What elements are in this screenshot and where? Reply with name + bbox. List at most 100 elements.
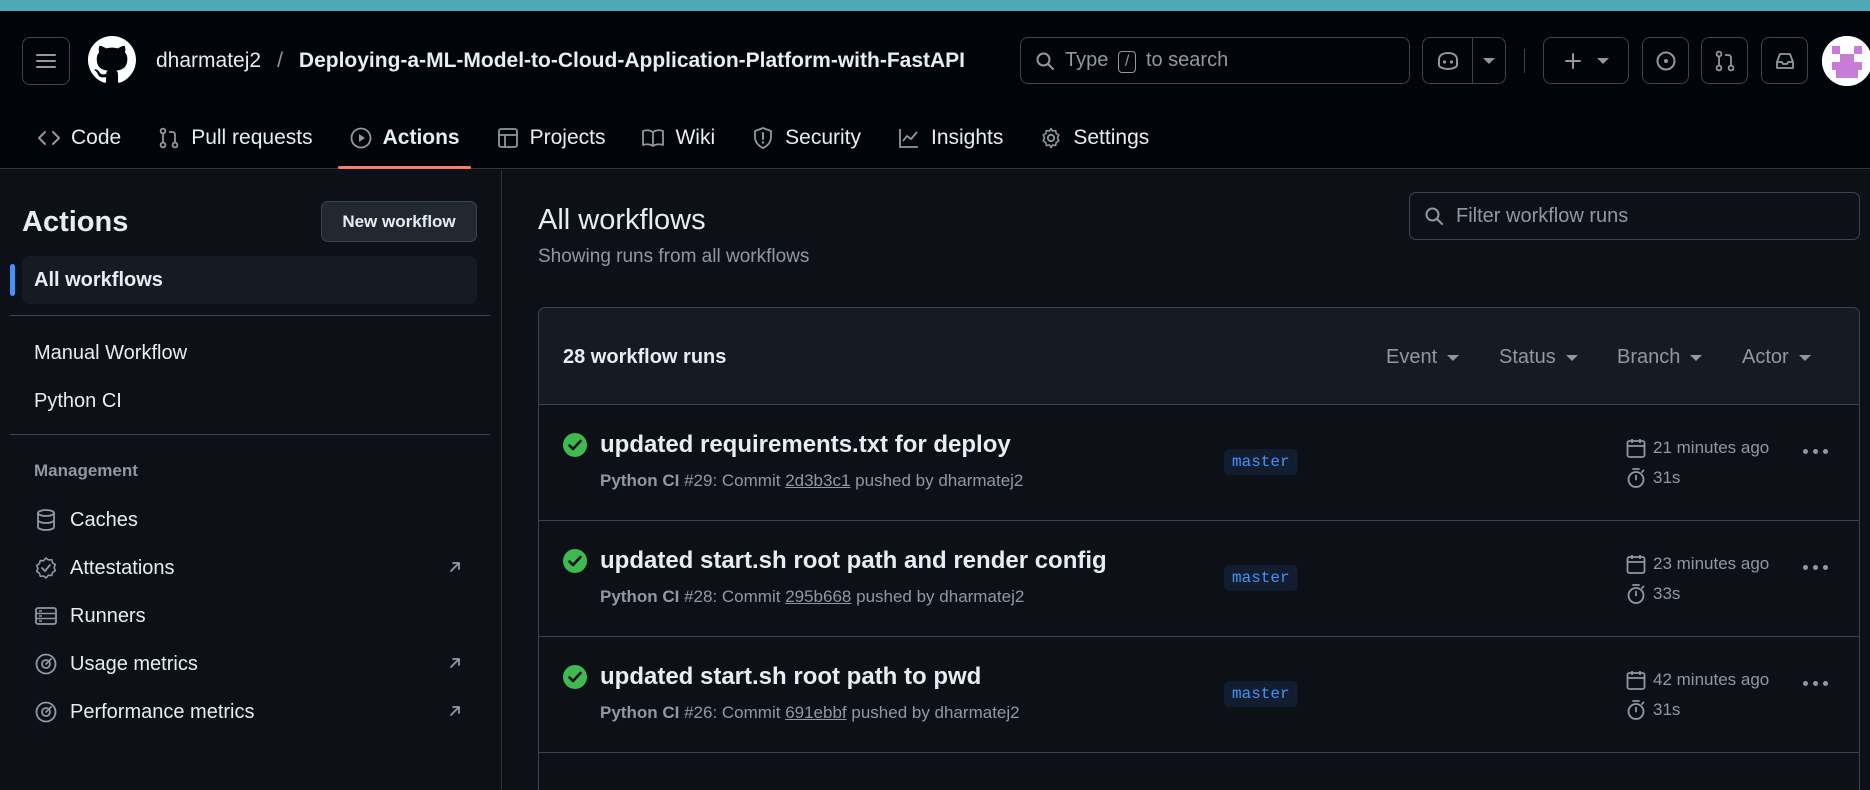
sidebar-item-runners[interactable]: Runners (34, 601, 464, 631)
tab-security[interactable]: Security (740, 107, 872, 169)
sidebar-item-all-workflows[interactable]: All workflows (10, 256, 477, 304)
link-external-icon (450, 706, 460, 716)
verified-icon (35, 557, 57, 579)
new-workflow-button[interactable]: New workflow (321, 201, 477, 242)
actions-sidebar: Actions New workflow All workflows Manua… (0, 170, 502, 790)
copilot-button[interactable] (1423, 38, 1473, 83)
tab-code[interactable]: Code (26, 107, 132, 169)
table-icon (497, 128, 518, 148)
meter-icon (35, 653, 57, 675)
link-external-icon (450, 562, 460, 572)
sidebar-item-performance-metrics[interactable]: Performance metrics (34, 697, 464, 727)
copilot-dropdown-button[interactable] (1473, 38, 1505, 83)
run-timestamp: 23 minutes ago (1625, 553, 1769, 575)
commit-sha-link[interactable]: 295b668 (785, 587, 851, 606)
kebab-horizontal-icon[interactable] (1803, 681, 1828, 686)
sidebar-item-label: Runners (70, 604, 146, 627)
event-filter-dropdown[interactable]: Event (1386, 346, 1460, 369)
run-duration: 31s (1625, 467, 1680, 489)
kebab-horizontal-icon[interactable] (1803, 449, 1828, 454)
pull-requests-button[interactable] (1701, 37, 1748, 84)
tab-actions[interactable]: Actions (337, 107, 471, 169)
chevron-down-icon (1690, 354, 1703, 361)
user-avatar-icon (1822, 36, 1870, 86)
repo-name-link[interactable]: Deploying-a-ML-Model-to-Cloud-Applicatio… (299, 49, 965, 73)
branch-label[interactable]: master (1224, 449, 1298, 475)
branch-label[interactable]: master (1224, 565, 1298, 591)
runs-list-header: 28 workflow runs Event Status Branch Act… (539, 308, 1859, 405)
tab-label: Projects (529, 126, 606, 149)
chevron-down-icon (1447, 354, 1460, 361)
actor-filter-dropdown[interactable]: Actor (1742, 346, 1811, 369)
play-icon (350, 127, 372, 149)
tab-wiki[interactable]: Wiki (630, 107, 726, 169)
page-subtitle: Showing runs from all workflows (538, 246, 810, 267)
chevron-down-icon (1565, 354, 1578, 361)
commit-sha-link[interactable]: 691ebbf (785, 703, 846, 722)
sidebar-item-label: Caches (70, 508, 138, 531)
branch-label[interactable]: master (1224, 681, 1298, 707)
sidebar-item-label: Performance metrics (70, 700, 255, 723)
sidebar-item-attestations[interactable]: Attestations (34, 553, 464, 583)
issues-button[interactable] (1642, 37, 1689, 84)
chevron-down-icon (1798, 354, 1811, 361)
chevron-down-icon (1597, 57, 1609, 64)
check-circle-icon (563, 665, 587, 689)
run-title-link[interactable]: updated start.sh root path to pwd (600, 663, 981, 691)
sidebar-divider (10, 315, 490, 316)
header-divider (1524, 49, 1525, 73)
server-icon (35, 607, 57, 625)
management-heading: Management (34, 461, 138, 480)
filter-runs-input[interactable]: Filter workflow runs (1409, 192, 1860, 240)
sidebar-item-label: Usage metrics (70, 652, 198, 675)
run-title-link[interactable]: updated requirements.txt for deploy (600, 431, 1011, 459)
run-meta: Python CI #29: Commit 2d3b3c1 pushed by … (600, 471, 1024, 490)
table-row: updated start.sh root path to pwd Python… (539, 637, 1859, 753)
inbox-button[interactable] (1761, 37, 1808, 84)
hamburger-menu-button[interactable] (22, 37, 70, 85)
sidebar-item-caches[interactable]: Caches (34, 505, 464, 535)
breadcrumb: dharmatej2 / Deploying-a-ML-Model-to-Clo… (156, 49, 965, 73)
run-timestamp: 42 minutes ago (1625, 669, 1769, 691)
repo-owner-link[interactable]: dharmatej2 (156, 49, 261, 73)
branch-filter-dropdown[interactable]: Branch (1617, 346, 1703, 369)
tab-settings[interactable]: Settings (1028, 107, 1160, 169)
stopwatch-icon (1627, 584, 1645, 604)
run-meta: Python CI #26: Commit 691ebbf pushed by … (600, 703, 1020, 722)
run-timestamp: 21 minutes ago (1625, 437, 1769, 459)
avatar[interactable] (1822, 36, 1870, 86)
run-duration: 33s (1625, 583, 1680, 605)
run-meta: Python CI #28: Commit 295b668 pushed by … (600, 587, 1025, 606)
github-logo[interactable] (88, 36, 136, 84)
git-pull-request-icon (1715, 50, 1734, 71)
workflow-runs-list: 28 workflow runs Event Status Branch Act… (538, 307, 1860, 790)
create-new-button[interactable] (1543, 37, 1629, 84)
run-title-link[interactable]: updated start.sh root path and render co… (600, 547, 1107, 575)
sidebar-item-python-ci[interactable]: Python CI (34, 390, 122, 413)
chevron-down-icon (1483, 57, 1495, 64)
tab-label: Pull requests (191, 126, 313, 149)
search-icon (1425, 207, 1443, 225)
run-duration: 31s (1625, 699, 1680, 721)
search-shortcut-key: / (1117, 50, 1137, 73)
tab-insights[interactable]: Insights (886, 107, 1014, 169)
code-icon (38, 131, 60, 145)
tab-label: Wiki (675, 126, 716, 149)
tab-projects[interactable]: Projects (485, 107, 617, 169)
sidebar-item-manual-workflow[interactable]: Manual Workflow (34, 342, 187, 365)
stopwatch-icon (1627, 700, 1645, 720)
repo-tabs: Code Pull requests Actions Projects Wiki… (0, 107, 1174, 169)
tab-pull-requests[interactable]: Pull requests (146, 107, 323, 169)
sidebar-item-usage-metrics[interactable]: Usage metrics (34, 649, 464, 679)
copilot-icon (1437, 51, 1458, 70)
issue-opened-icon (1656, 51, 1675, 70)
tab-label: Insights (931, 126, 1004, 149)
breadcrumb-separator: / (277, 49, 283, 72)
search-icon (1036, 52, 1054, 70)
gear-icon (1042, 127, 1060, 149)
search-input[interactable]: Type / to search (1020, 37, 1410, 84)
kebab-horizontal-icon[interactable] (1803, 565, 1828, 570)
status-filter-dropdown[interactable]: Status (1499, 346, 1578, 369)
meter-icon (35, 701, 57, 723)
commit-sha-link[interactable]: 2d3b3c1 (785, 471, 850, 490)
